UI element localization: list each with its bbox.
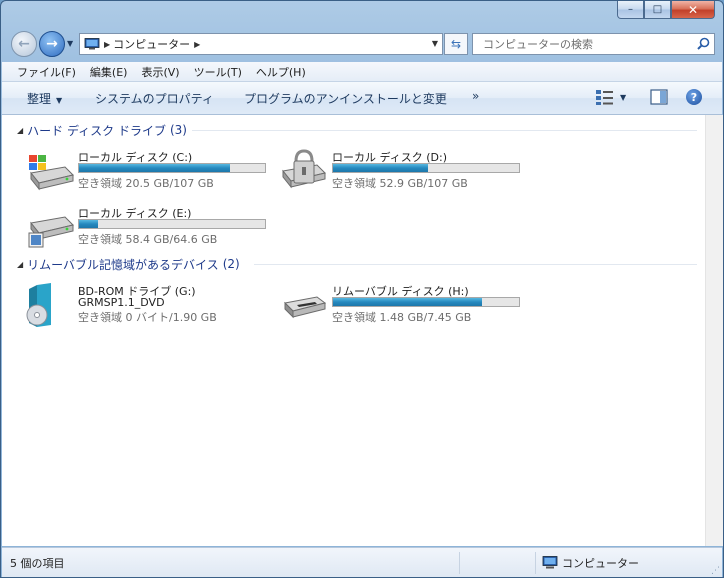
status-location: コンピューター bbox=[542, 555, 639, 571]
drive-g[interactable]: BD-ROM ドライブ (G:) GRMSP1.1_DVD 空き領域 0 バイト… bbox=[25, 283, 275, 329]
usage-bar bbox=[332, 297, 520, 307]
group-title: ハード ディスク ドライブ bbox=[27, 123, 166, 138]
close-button[interactable]: ✕ bbox=[671, 1, 715, 19]
breadcrumb-computer[interactable]: コンピューター bbox=[113, 36, 190, 52]
view-options-dropdown-icon[interactable]: ▼ bbox=[620, 93, 626, 102]
group-header-removable[interactable]: ◢ リムーバブル記憶域があるデバイス (2) bbox=[17, 256, 240, 272]
drive-icon bbox=[28, 216, 74, 248]
explorer-window: – □ ✕ ← → ▼ ▶ コンピューター ▶ ▼ ⇆ ファイル(F bbox=[0, 0, 724, 578]
more-commands-button[interactable]: » bbox=[472, 89, 479, 103]
status-divider bbox=[459, 552, 460, 574]
group-count: (2) bbox=[222, 257, 240, 271]
organize-label: 整理 bbox=[27, 92, 52, 106]
menu-file[interactable]: ファイル(F) bbox=[2, 64, 83, 80]
preview-pane-icon[interactable] bbox=[650, 89, 668, 105]
free-space-text: 空き領域 58.4 GB/64.6 GB bbox=[78, 233, 218, 246]
usage-bar-fill bbox=[333, 298, 482, 306]
help-icon[interactable]: ? bbox=[686, 89, 702, 105]
system-properties-button[interactable]: システムのプロパティ bbox=[95, 90, 214, 107]
group-divider bbox=[254, 264, 697, 265]
menu-help[interactable]: ヘルプ(H) bbox=[249, 64, 313, 80]
minimize-button[interactable]: – bbox=[617, 1, 644, 19]
recent-pages-dropdown[interactable]: ▼ bbox=[67, 39, 73, 48]
group-count: (3) bbox=[169, 123, 187, 137]
drive-h[interactable]: リムーバブル ディスク (H:) 空き領域 1.48 GB/7.45 GB bbox=[279, 283, 529, 329]
removable-drive-icon bbox=[283, 296, 327, 319]
forward-button[interactable]: → bbox=[39, 31, 65, 57]
usage-bar-fill bbox=[79, 164, 230, 172]
command-bar: 整理 ▼ システムのプロパティ プログラムのアンインストールと変更 » ▼ ? bbox=[2, 82, 722, 115]
breadcrumb-chevron-icon[interactable]: ▶ bbox=[194, 40, 200, 49]
chevron-down-icon: ▼ bbox=[56, 96, 63, 105]
back-button[interactable]: ← bbox=[11, 31, 37, 57]
address-bar[interactable]: ▶ コンピューター ▶ ▼ bbox=[79, 33, 443, 55]
menu-edit[interactable]: 編集(E) bbox=[83, 64, 135, 80]
refresh-button[interactable]: ⇆ bbox=[444, 33, 468, 55]
usage-bar bbox=[78, 219, 266, 229]
free-space-text: 空き領域 52.9 GB/107 GB bbox=[332, 177, 468, 190]
free-space-text: 空き領域 0 バイト/1.90 GB bbox=[78, 311, 217, 324]
content-pane: ◢ ハード ディスク ドライブ (3) ローカル ディスク (C:) 空き領域 … bbox=[2, 115, 705, 546]
search-box bbox=[472, 33, 715, 55]
resize-grip-icon[interactable]: ⋰ bbox=[711, 566, 720, 576]
address-dropdown-icon[interactable]: ▼ bbox=[432, 39, 438, 48]
free-space-text: 空き領域 1.48 GB/7.45 GB bbox=[332, 311, 472, 324]
uninstall-program-button[interactable]: プログラムのアンインストールと変更 bbox=[244, 90, 447, 107]
organize-button[interactable]: 整理 ▼ bbox=[27, 90, 62, 107]
usage-bar bbox=[78, 163, 266, 173]
search-input[interactable] bbox=[483, 37, 693, 51]
locked-drive-icon bbox=[282, 149, 326, 189]
usage-bar-fill bbox=[333, 164, 428, 172]
maximize-button[interactable]: □ bbox=[644, 1, 671, 19]
menu-tools[interactable]: ツール(T) bbox=[187, 64, 249, 80]
computer-icon bbox=[84, 38, 100, 50]
dvd-drive-icon bbox=[26, 283, 51, 327]
collapse-icon[interactable]: ◢ bbox=[17, 126, 23, 135]
collapse-icon[interactable]: ◢ bbox=[17, 260, 23, 269]
group-header-hard-drives[interactable]: ◢ ハード ディスク ドライブ (3) bbox=[17, 122, 187, 138]
change-view-icon[interactable] bbox=[595, 88, 615, 106]
vertical-scrollbar[interactable] bbox=[705, 115, 723, 546]
volume-label: GRMSP1.1_DVD bbox=[78, 296, 165, 309]
drive-c[interactable]: ローカル ディスク (C:) 空き領域 20.5 GB/107 GB bbox=[25, 149, 275, 195]
navigation-bar: ← → ▼ ▶ コンピューター ▶ ▼ ⇆ bbox=[1, 29, 723, 59]
item-count: 5 個の項目 bbox=[10, 557, 65, 570]
drive-d[interactable]: ローカル ディスク (D:) 空き領域 52.9 GB/107 GB bbox=[279, 149, 529, 195]
menu-bar: ファイル(F) 編集(E) 表示(V) ツール(T) ヘルプ(H) bbox=[2, 62, 722, 82]
windows-drive-icon bbox=[29, 155, 74, 191]
group-title: リムーバブル記憶域があるデバイス bbox=[27, 257, 219, 272]
caption-buttons: – □ ✕ bbox=[617, 1, 715, 19]
status-location-label: コンピューター bbox=[562, 557, 639, 570]
breadcrumb-separator-icon[interactable]: ▶ bbox=[104, 40, 110, 49]
status-bar: 5 個の項目 コンピューター ⋰ bbox=[2, 547, 722, 577]
usage-bar bbox=[332, 163, 520, 173]
computer-icon bbox=[542, 556, 558, 569]
status-divider bbox=[535, 552, 536, 574]
drive-e[interactable]: ローカル ディスク (E:) 空き領域 58.4 GB/64.6 GB bbox=[25, 205, 275, 251]
search-icon[interactable] bbox=[697, 37, 710, 50]
menu-view[interactable]: 表示(V) bbox=[134, 64, 186, 80]
group-divider bbox=[192, 130, 697, 131]
usage-bar-fill bbox=[79, 220, 98, 228]
free-space-text: 空き領域 20.5 GB/107 GB bbox=[78, 177, 214, 190]
